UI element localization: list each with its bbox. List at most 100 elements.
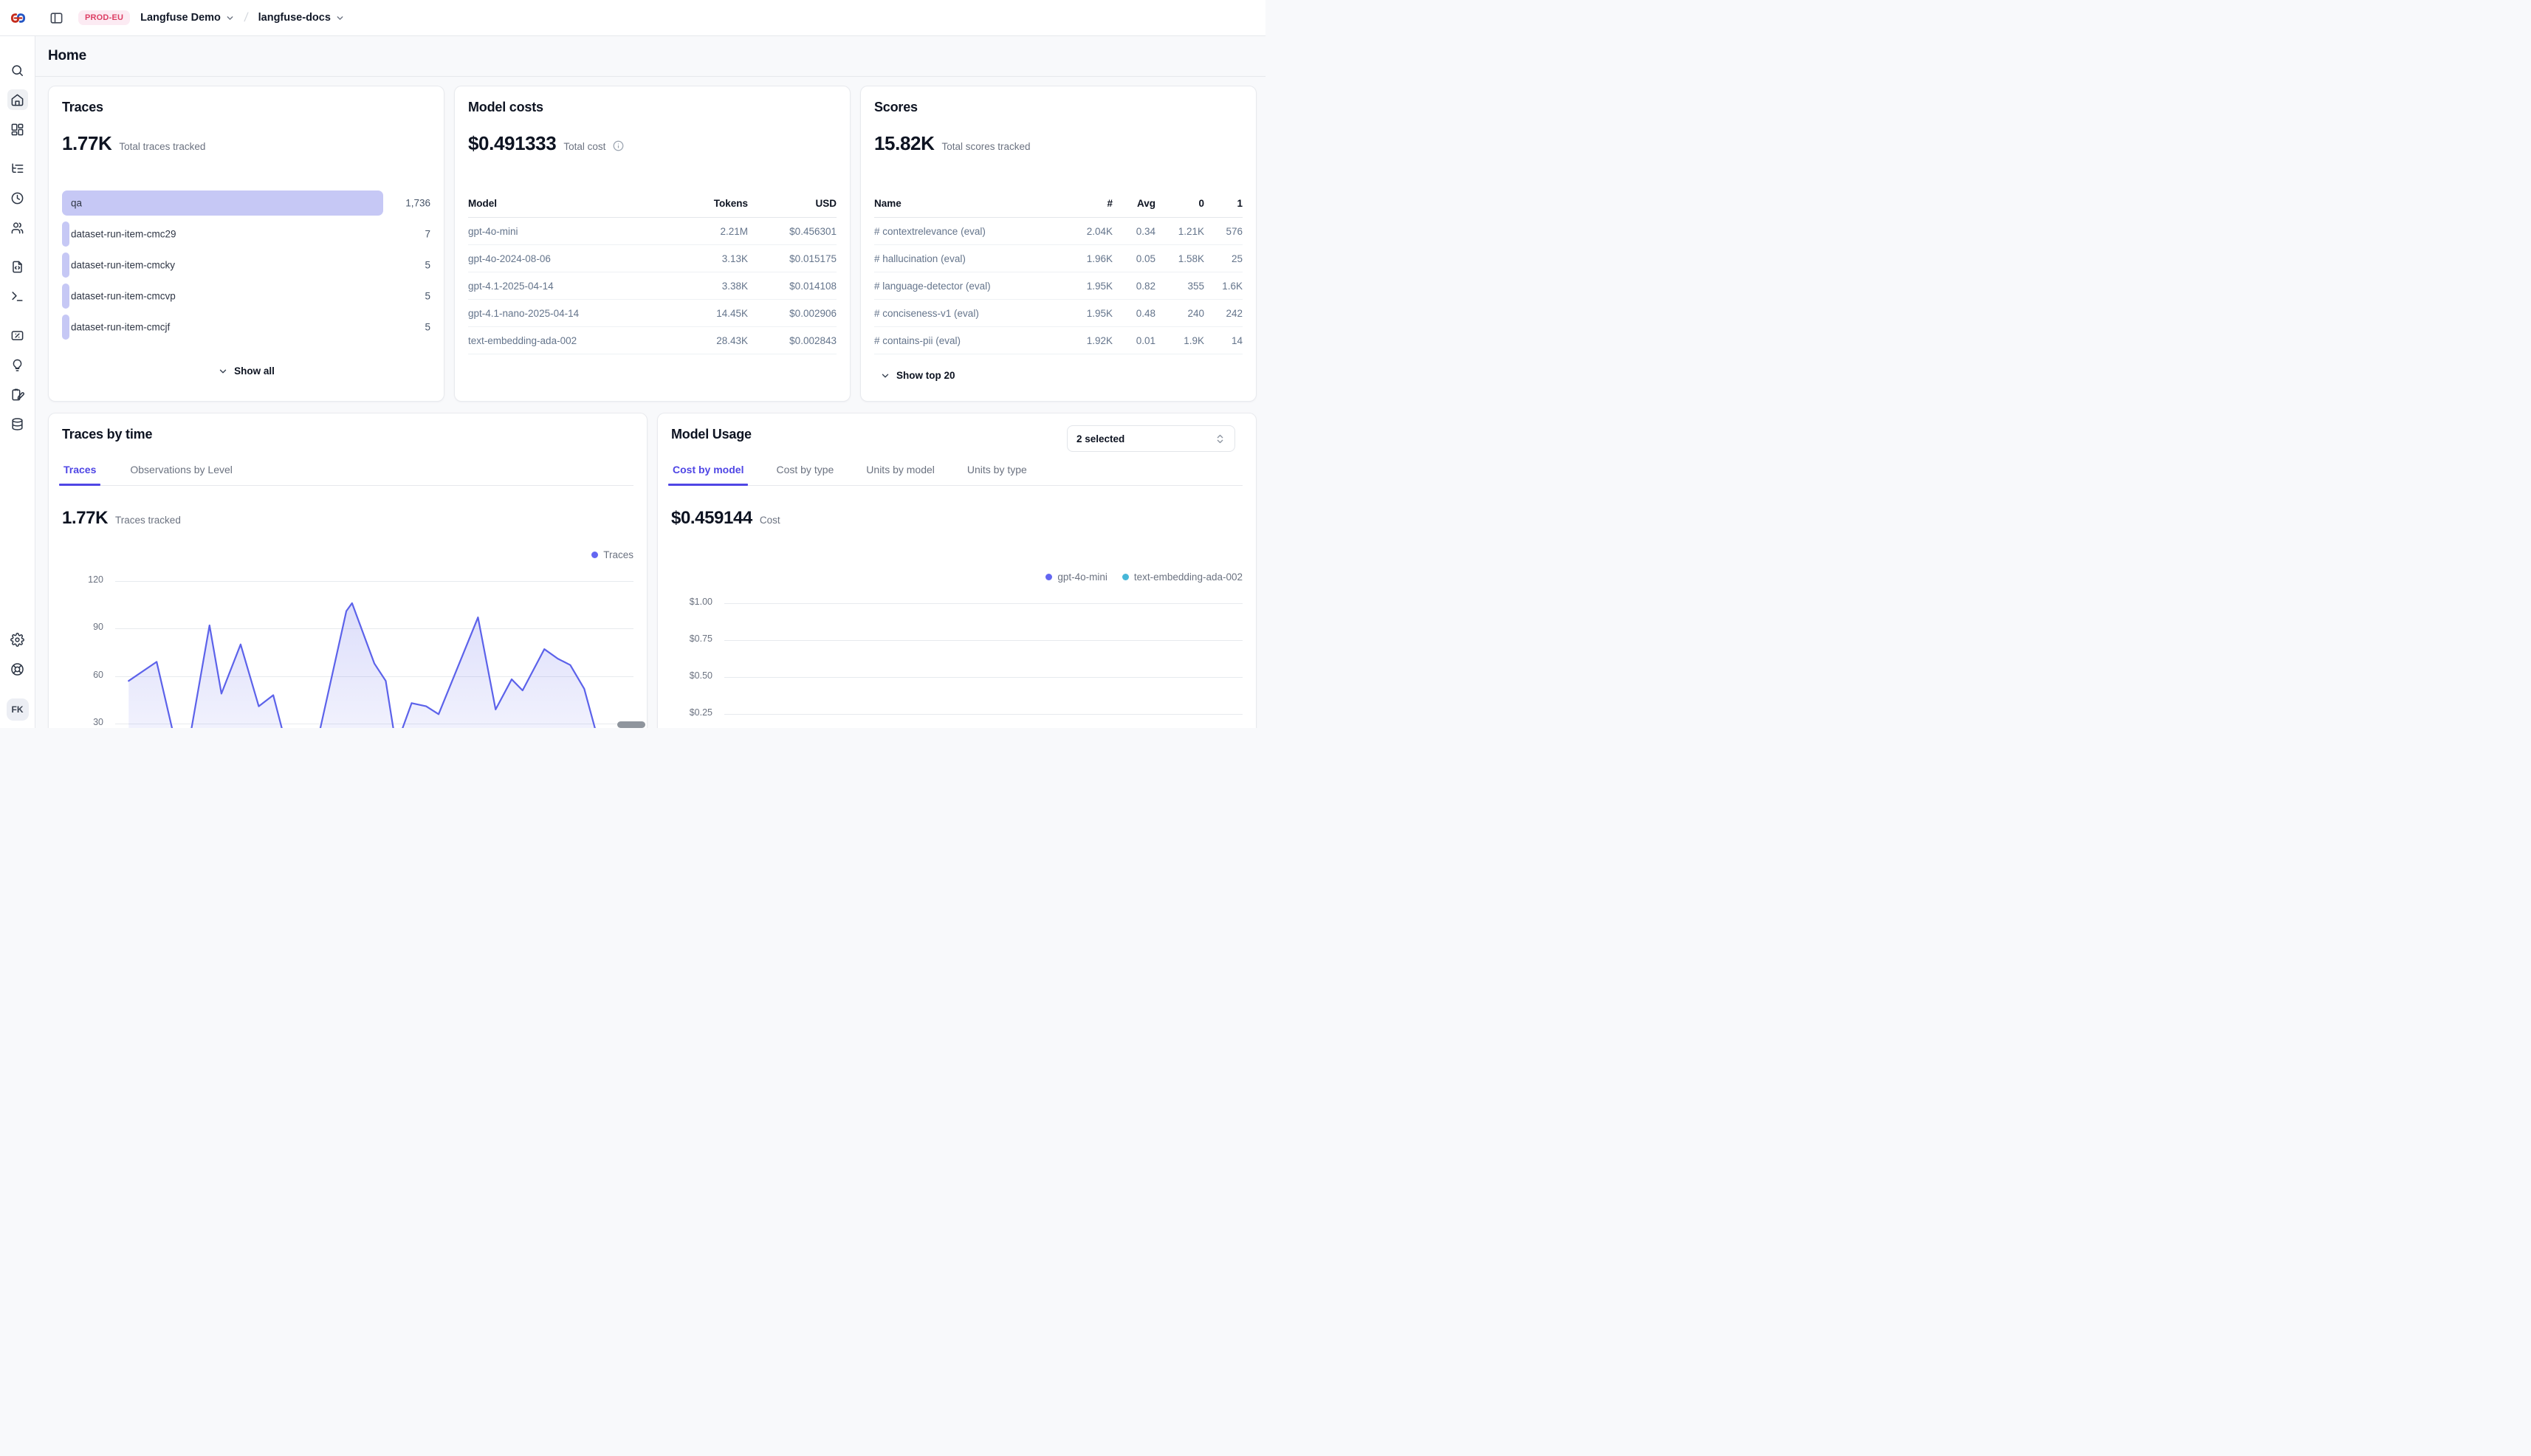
traces-by-time-tab-traces[interactable]: Traces [62, 459, 97, 485]
scores-table-row: # hallucination (eval)1.96K0.051.58K25 [874, 245, 1243, 272]
y-tick-label: $1.00 [671, 597, 712, 607]
legend-item-gpt-4o-mini[interactable]: gpt-4o-mini [1045, 571, 1107, 583]
sidebar-item-dashboards[interactable] [7, 119, 28, 140]
scores-metric-label: Total scores tracked [941, 141, 1030, 152]
gridline [724, 714, 1243, 715]
sidebar-bottom: FK [7, 629, 29, 721]
users-icon [10, 221, 24, 235]
settings-icon [10, 633, 24, 647]
model-usage-tab-units-by-model[interactable]: Units by model [865, 459, 936, 485]
trace-bar-row[interactable]: dataset-run-item-cmcvp 5 [62, 284, 430, 309]
sidebar-item-ideas[interactable] [7, 354, 28, 375]
evaluation-icon [10, 329, 24, 343]
sidebar-item-settings[interactable] [7, 629, 28, 650]
y-tick-label: $0.75 [671, 633, 712, 644]
legend-dot [1045, 574, 1052, 580]
org-name: Langfuse Demo [140, 12, 221, 24]
traces-by-time-metric-value: 1.77K [62, 508, 108, 529]
sidebar-toggle-button[interactable] [46, 7, 66, 28]
annotation-icon [10, 388, 24, 402]
trace-bar-label: dataset-run-item-cmcjf [71, 322, 170, 333]
model-usage-tab-cost-by-model[interactable]: Cost by model [671, 459, 745, 485]
scores-table-row: # contains-pii (eval)1.92K0.011.9K14 [874, 327, 1243, 354]
model-costs-table-row: gpt-4.1-2025-04-143.38K$0.014108 [468, 272, 837, 300]
trace-bar-value: 5 [425, 322, 430, 333]
avatar[interactable]: FK [7, 698, 29, 721]
model-costs-table-header: ModelTokensUSD [468, 190, 837, 218]
model-costs-table-row: gpt-4.1-nano-2025-04-1414.45K$0.002906 [468, 300, 837, 327]
traces-by-time-metric: 1.77K Traces tracked [62, 508, 181, 529]
sidebar-item-home[interactable] [7, 89, 28, 110]
stats-row: Traces 1.77K Total traces tracked qa1,73… [48, 86, 1257, 402]
traces-by-time-title: Traces by time [62, 427, 152, 442]
trace-bar-value: 7 [425, 229, 430, 240]
traces-metric-label: Total traces tracked [119, 141, 205, 152]
y-tick-label: 30 [62, 717, 103, 727]
scores-metric-value: 15.82K [874, 132, 934, 155]
model-costs-metric-label: Total cost [563, 141, 605, 152]
ideas-icon [10, 358, 24, 372]
model-costs-card: Model costs $0.491333 Total cost ModelTo… [454, 86, 851, 402]
trace-bar-row[interactable]: dataset-run-item-cmc297 [62, 222, 430, 247]
series-area-Traces [128, 603, 602, 728]
y-tick-label: 60 [62, 670, 103, 680]
sidebar: FK [0, 36, 35, 728]
model-costs-table-row: gpt-4o-2024-08-063.13K$0.015175 [468, 245, 837, 272]
trace-bar [62, 190, 383, 216]
sidebar-nav [7, 60, 28, 443]
breadcrumb-separator: / [243, 10, 249, 25]
trace-bar-row[interactable]: dataset-run-item-cmcjf 5 [62, 315, 430, 340]
trace-bar-label: dataset-run-item-cmcvp [71, 291, 176, 302]
scores-table-header: Name#Avg01 [874, 190, 1243, 218]
traces-metric-value: 1.77K [62, 132, 111, 155]
sidebar-item-prompts[interactable] [7, 256, 28, 277]
topbar: PROD-EU Langfuse Demo / langfuse-docs [0, 0, 1266, 36]
environment-badge[interactable]: PROD-EU [78, 10, 130, 25]
langfuse-logo[interactable] [0, 10, 35, 27]
chevron-down-icon [880, 371, 890, 381]
scores-card-title: Scores [874, 100, 918, 115]
model-selector[interactable]: 2 selected [1067, 425, 1235, 452]
sidebar-item-datasets[interactable] [7, 413, 28, 434]
sidebar-item-playground[interactable] [7, 286, 28, 306]
info-icon[interactable] [613, 140, 624, 151]
model-usage-metric: $0.459144 Cost [671, 508, 780, 529]
legend-item-traces[interactable]: Traces [591, 549, 633, 560]
main: Home Traces 1.77K Total traces tracked q… [35, 36, 1266, 728]
traces-by-time-tab-observations-by-level[interactable]: Observations by Level [128, 459, 234, 485]
model-usage-metric-label: Cost [760, 515, 780, 526]
trace-bar-row[interactable]: dataset-run-item-cmcky5 [62, 253, 430, 278]
org-switcher[interactable]: Langfuse Demo [140, 12, 235, 24]
show-top-20-button[interactable]: Show top 20 [873, 365, 963, 385]
page-header: Home [35, 36, 1266, 77]
chevron-down-icon [218, 366, 228, 377]
gridline [724, 603, 1243, 604]
sidebar-item-annotation[interactable] [7, 384, 28, 405]
model-costs-metric-value: $0.491333 [468, 132, 556, 155]
model-usage-tab-units-by-type[interactable]: Units by type [966, 459, 1028, 485]
project-switcher[interactable]: langfuse-docs [258, 12, 345, 24]
sidebar-item-evaluation[interactable] [7, 325, 28, 346]
scores-table-row: # contextrelevance (eval)2.04K0.341.21K5… [874, 218, 1243, 245]
legend-label: Traces [603, 549, 633, 560]
trace-bar-value: 5 [425, 291, 430, 302]
sidebar-item-tracing[interactable] [7, 158, 28, 179]
page-title: Home [48, 48, 86, 64]
model-usage-title: Model Usage [671, 427, 752, 442]
gridline [724, 640, 1243, 641]
horizontal-scrollbar-thumb[interactable] [617, 721, 645, 728]
sidebar-item-support[interactable] [7, 659, 28, 679]
model-costs-table-row: gpt-4o-mini2.21M$0.456301 [468, 218, 837, 245]
legend-item-text-embedding-ada-002[interactable]: text-embedding-ada-002 [1122, 571, 1243, 583]
plot-area[interactable] [115, 573, 633, 728]
app-root: PROD-EU Langfuse Demo / langfuse-docs FK… [0, 0, 1266, 728]
trace-bar-row[interactable]: qa1,736 [62, 190, 430, 216]
model-usage-tab-cost-by-type[interactable]: Cost by type [775, 459, 835, 485]
charts-row: Traces by time Traces Observations by Lev… [48, 413, 1257, 728]
sidebar-item-users[interactable] [7, 217, 28, 238]
sidebar-item-search[interactable] [7, 60, 28, 80]
sidebar-item-sessions[interactable] [7, 188, 28, 208]
traces-by-time-card: Traces by time Traces Observations by Lev… [48, 413, 648, 728]
show-all-button[interactable]: Show all [210, 361, 282, 381]
project-name: langfuse-docs [258, 12, 331, 24]
